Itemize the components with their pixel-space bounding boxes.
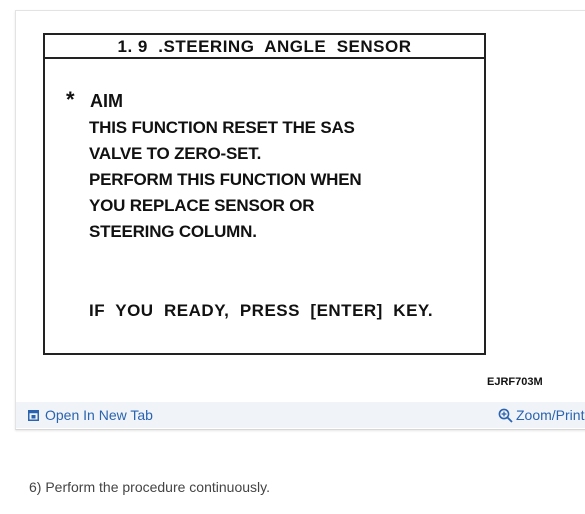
open-in-new-tab-icon bbox=[28, 409, 39, 421]
screen-prompt: IF YOU READY, PRESS [ENTER] KEY. bbox=[89, 301, 434, 320]
figure-code: EJRF703M bbox=[487, 376, 543, 388]
screen-description: THIS FUNCTION RESET THE SAS VALVE TO ZER… bbox=[89, 115, 469, 245]
zoom-print-link[interactable]: Zoom/Print bbox=[498, 406, 584, 424]
zoom-print-label: Zoom/Print bbox=[516, 407, 585, 423]
step-instruction: 6) Perform the procedure continuously. bbox=[29, 479, 270, 495]
figure-toolbar: Open In New Tab Zoom/Print bbox=[16, 402, 585, 428]
open-in-new-tab-link[interactable]: Open In New Tab bbox=[28, 406, 153, 424]
figure-card: 1. 9 .STEERING ANGLE SENSOR * AIM THIS FU… bbox=[15, 10, 585, 430]
screen-line: YOU REPLACE SENSOR OR bbox=[89, 196, 315, 215]
zoom-in-icon bbox=[498, 408, 513, 423]
aim-star: * bbox=[66, 87, 75, 112]
scanner-screen-image: 1. 9 .STEERING ANGLE SENSOR * AIM THIS FU… bbox=[43, 33, 486, 355]
screen-line: THIS FUNCTION RESET THE SAS bbox=[89, 118, 355, 137]
open-in-new-tab-label: Open In New Tab bbox=[45, 407, 153, 423]
aim-heading: * AIM bbox=[66, 87, 123, 112]
screen-line: STEERING COLUMN. bbox=[89, 222, 257, 241]
screen-line: VALVE TO ZERO-SET. bbox=[89, 144, 262, 163]
screen-title: 1. 9 .STEERING ANGLE SENSOR bbox=[45, 35, 484, 59]
aim-label: AIM bbox=[90, 91, 123, 111]
screen-line: PERFORM THIS FUNCTION WHEN bbox=[89, 170, 362, 189]
